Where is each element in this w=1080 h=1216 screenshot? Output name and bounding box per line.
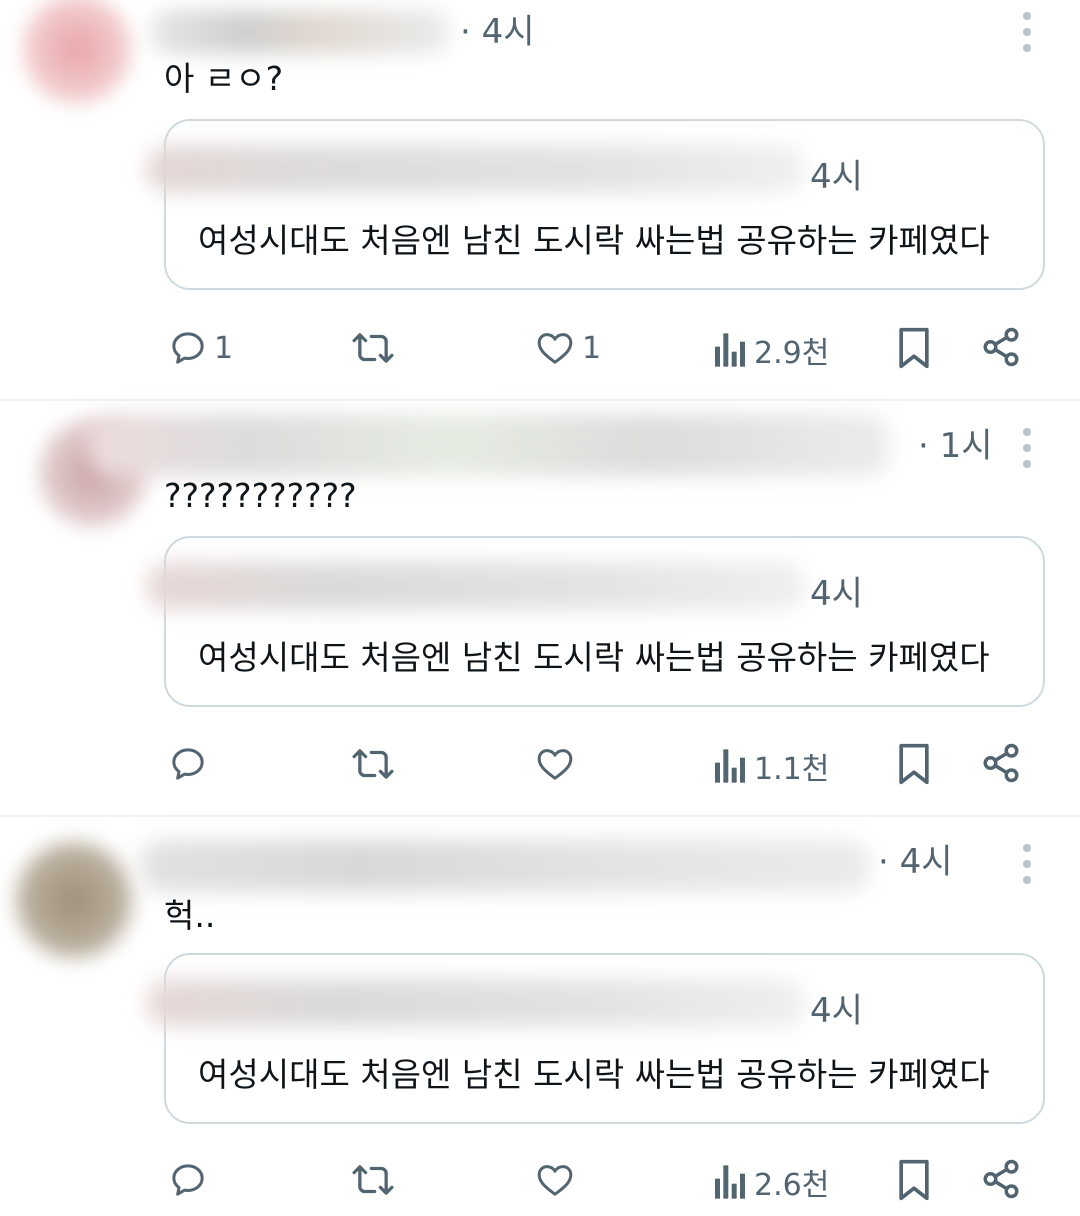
views-count: 2.6천 [754, 1168, 830, 1203]
reply-icon [172, 748, 204, 780]
views-button[interactable]: 2.9천 [712, 328, 829, 372]
quoted-post-text: 여성시대도 처음엔 남친 도시락 싸는법 공유하는 카페였다 [198, 638, 990, 677]
reply-icon [172, 332, 204, 364]
author-name-redacted[interactable] [140, 840, 870, 892]
reply-button[interactable] [168, 1160, 214, 1200]
quoted-post-text: 여성시대도 처음엔 남친 도시락 싸는법 공유하는 카페였다 [198, 1055, 990, 1094]
bookmark-icon [899, 1159, 929, 1201]
reply-count: 1 [214, 330, 234, 366]
bookmark-icon [899, 743, 929, 785]
post-text: 헉.. [164, 896, 216, 935]
avatar[interactable] [14, 840, 134, 960]
post-1[interactable]: · 4시 아 ㄹㅇ? 4시 여성시대도 처음엔 남친 도시락 싸는법 공유하는 … [0, 0, 1080, 400]
share-button[interactable] [980, 742, 1022, 784]
quoted-post-time: 4시 [810, 574, 863, 614]
reply-icon [172, 1164, 204, 1196]
views-button[interactable]: 2.6천 [712, 1160, 829, 1204]
reply-button[interactable] [168, 744, 214, 784]
views-icon [715, 749, 745, 783]
quoted-post[interactable]: 4시 여성시대도 처음엔 남친 도시락 싸는법 공유하는 카페였다 [146, 119, 1045, 290]
quoted-post-time: 4시 [810, 991, 863, 1031]
post-time: · 4시 [460, 12, 535, 52]
avatar[interactable] [22, 0, 132, 104]
author-name-redacted[interactable] [90, 414, 890, 476]
quoted-author-redacted [146, 562, 806, 610]
views-icon [715, 333, 745, 367]
post-time: · 4시 [878, 842, 953, 882]
quoted-post[interactable]: 4시 여성시대도 처음엔 남친 도시락 싸는법 공유하는 카페였다 [146, 536, 1045, 707]
quoted-author-redacted [146, 979, 806, 1027]
retweet-button[interactable] [350, 1160, 402, 1200]
share-icon [983, 327, 1019, 367]
like-icon [537, 749, 573, 780]
views-count: 1.1천 [754, 752, 830, 787]
retweet-button[interactable] [350, 744, 402, 784]
post-text: ??????????? [164, 476, 357, 515]
author-name-redacted[interactable] [150, 10, 450, 54]
bookmark-icon [899, 327, 929, 369]
share-icon [983, 743, 1019, 783]
like-icon [537, 333, 573, 364]
reply-button[interactable]: 1 [168, 328, 233, 368]
bookmark-button[interactable] [894, 1158, 934, 1202]
views-button[interactable]: 1.1천 [712, 744, 829, 788]
post-time: · 1시 [918, 426, 993, 466]
bookmark-button[interactable] [894, 742, 934, 786]
share-button[interactable] [980, 1158, 1022, 1200]
quoted-post-time: 4시 [810, 157, 863, 197]
retweet-icon [352, 1165, 394, 1195]
retweet-button[interactable] [350, 328, 402, 368]
post-text: 아 ㄹㅇ? [164, 59, 284, 98]
like-count: 1 [582, 330, 602, 366]
like-button[interactable] [534, 744, 582, 784]
like-icon [537, 1165, 573, 1196]
retweet-icon [352, 333, 394, 363]
quoted-author-redacted [146, 145, 806, 193]
bookmark-button[interactable] [894, 326, 934, 370]
views-count: 2.9천 [754, 336, 830, 371]
share-icon [983, 1159, 1019, 1199]
like-button[interactable]: 1 [534, 328, 601, 368]
views-icon [715, 1165, 745, 1199]
quoted-post[interactable]: 4시 여성시대도 처음엔 남친 도시락 싸는법 공유하는 카페였다 [146, 953, 1045, 1124]
post-3[interactable]: · 4시 헉.. 4시 여성시대도 처음엔 남친 도시락 싸는법 공유하는 카페… [0, 816, 1080, 1216]
more-icon[interactable] [1014, 844, 1040, 884]
post-2[interactable]: · 1시 ??????????? 4시 여성시대도 처음엔 남친 도시락 싸는법… [0, 400, 1080, 816]
share-button[interactable] [980, 326, 1022, 368]
more-icon[interactable] [1014, 428, 1040, 468]
retweet-icon [352, 749, 394, 779]
quoted-post-text: 여성시대도 처음엔 남친 도시락 싸는법 공유하는 카페였다 [198, 221, 990, 260]
more-icon[interactable] [1014, 12, 1040, 52]
like-button[interactable] [534, 1160, 582, 1200]
